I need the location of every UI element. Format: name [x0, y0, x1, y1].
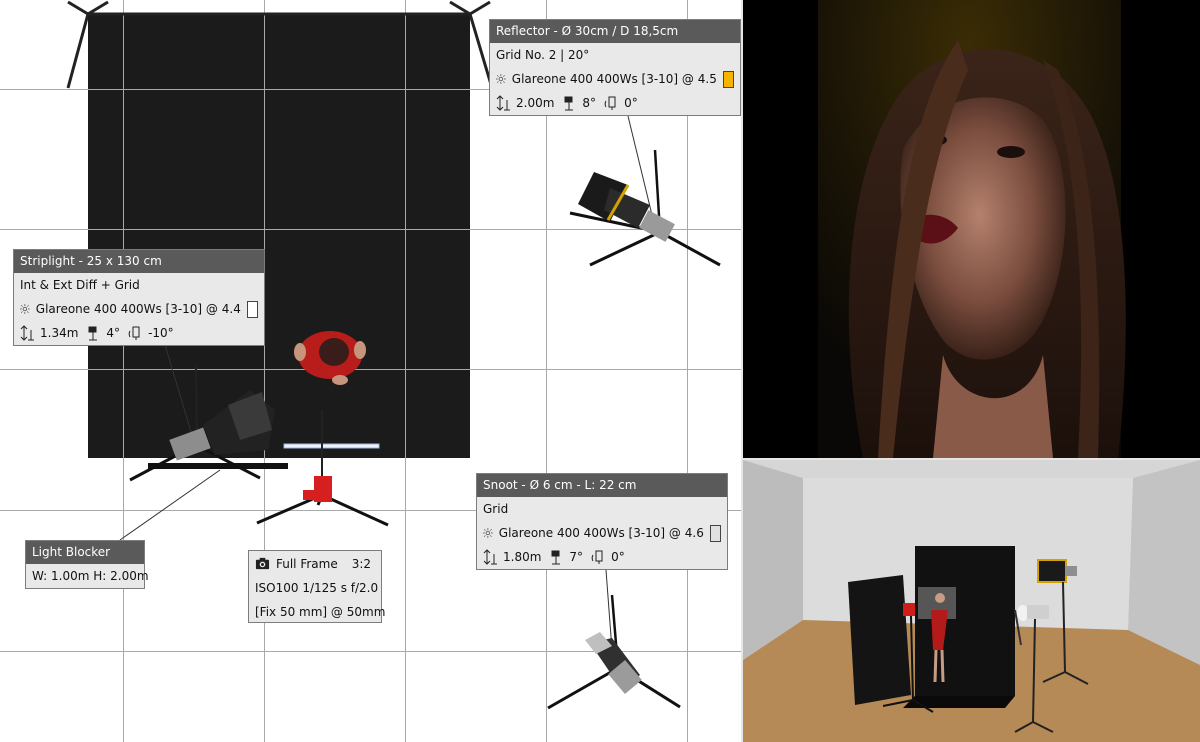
light-blocker-label[interactable]: Light Blocker W: 1.00m H: 2.00m	[25, 540, 149, 589]
camera-label[interactable]: Full Frame 3:2 ISO100 1/125 s f/2.0 [Fix…	[248, 550, 386, 623]
striplight-light-power: Glareone 400 400Ws [3-10] @ 4.4	[35, 302, 241, 316]
height-icon	[20, 325, 34, 341]
camera-sensor: Full Frame	[276, 556, 338, 571]
reflector-modifier: Grid No. 2 | 20°	[496, 48, 590, 62]
light-blocker-size: W: 1.00m H: 2.00m	[32, 569, 149, 583]
rotation-icon	[591, 550, 603, 564]
reflector-title: Reflector - Ø 30cm / D 18,5cm	[490, 20, 740, 43]
snoot-light	[547, 594, 681, 710]
reflector-rotation: 0°	[624, 96, 638, 110]
rotation-icon	[128, 326, 140, 340]
camera-icon	[255, 557, 270, 570]
snoot-tilt: 7°	[569, 550, 584, 564]
camera-ratio: 3:2	[351, 556, 372, 571]
snoot-color-swatch[interactable]	[709, 524, 721, 542]
tilt-icon	[551, 550, 561, 565]
striplight-height: 1.34m	[40, 326, 79, 340]
striplight-title: Striplight - 25 x 130 cm	[14, 250, 264, 273]
striplight	[129, 364, 275, 482]
snoot-rotation: 0°	[611, 550, 625, 564]
striplight-color-swatch[interactable]	[246, 300, 258, 318]
striplight-modifier: Int & Ext Diff + Grid	[20, 278, 140, 292]
lighting-diagram-plan[interactable]: Reflector - Ø 30cm / D 18,5cm Grid No. 2…	[0, 0, 741, 742]
camera-lens: [Fix 50 mm] @ 50mm	[255, 605, 386, 619]
render-blocker	[848, 575, 911, 705]
tilt-icon	[88, 326, 98, 341]
reflector-light	[569, 149, 721, 267]
light-blocker-panel	[148, 463, 288, 469]
striplight-tilt: 4°	[106, 326, 121, 340]
reflector-height: 2.00m	[516, 96, 555, 110]
reflector-color-swatch[interactable]	[722, 70, 734, 88]
snoot-label[interactable]: Snoot - Ø 6 cm - L: 22 cm Grid Glareone …	[476, 473, 728, 570]
rotation-icon	[604, 96, 616, 110]
light-burst-icon	[483, 528, 493, 538]
snoot-height: 1.80m	[503, 550, 542, 564]
reflector-tilt: 8°	[582, 96, 597, 110]
light-burst-icon	[496, 74, 506, 84]
reflector-light-power: Glareone 400 400Ws [3-10] @ 4.5	[511, 72, 717, 86]
studio-3d-view	[743, 460, 1200, 742]
height-icon	[483, 549, 497, 565]
height-icon	[496, 95, 510, 111]
tilt-icon	[564, 96, 574, 111]
snoot-modifier: Grid	[483, 502, 509, 516]
model-top-view	[294, 331, 366, 385]
snoot-light-power: Glareone 400 400Ws [3-10] @ 4.6	[498, 526, 704, 540]
snoot-title: Snoot - Ø 6 cm - L: 22 cm	[477, 474, 727, 497]
render-backdrop	[915, 546, 1015, 696]
reflector-label[interactable]: Reflector - Ø 30cm / D 18,5cm Grid No. 2…	[489, 19, 741, 116]
portrait-image	[743, 0, 1200, 458]
backdrop-stand	[66, 0, 494, 89]
light-burst-icon	[20, 304, 30, 314]
striplight-rotation: -10°	[148, 326, 174, 340]
photo-preview[interactable]	[743, 0, 1200, 458]
light-blocker-title: Light Blocker	[26, 541, 144, 564]
3d-studio-render[interactable]	[743, 460, 1200, 742]
camera-exposure: ISO100 1/125 s f/2.0	[255, 581, 379, 595]
white-reflector-panel	[283, 443, 380, 449]
striplight-label[interactable]: Striplight - 25 x 130 cm Int & Ext Diff …	[13, 249, 265, 346]
